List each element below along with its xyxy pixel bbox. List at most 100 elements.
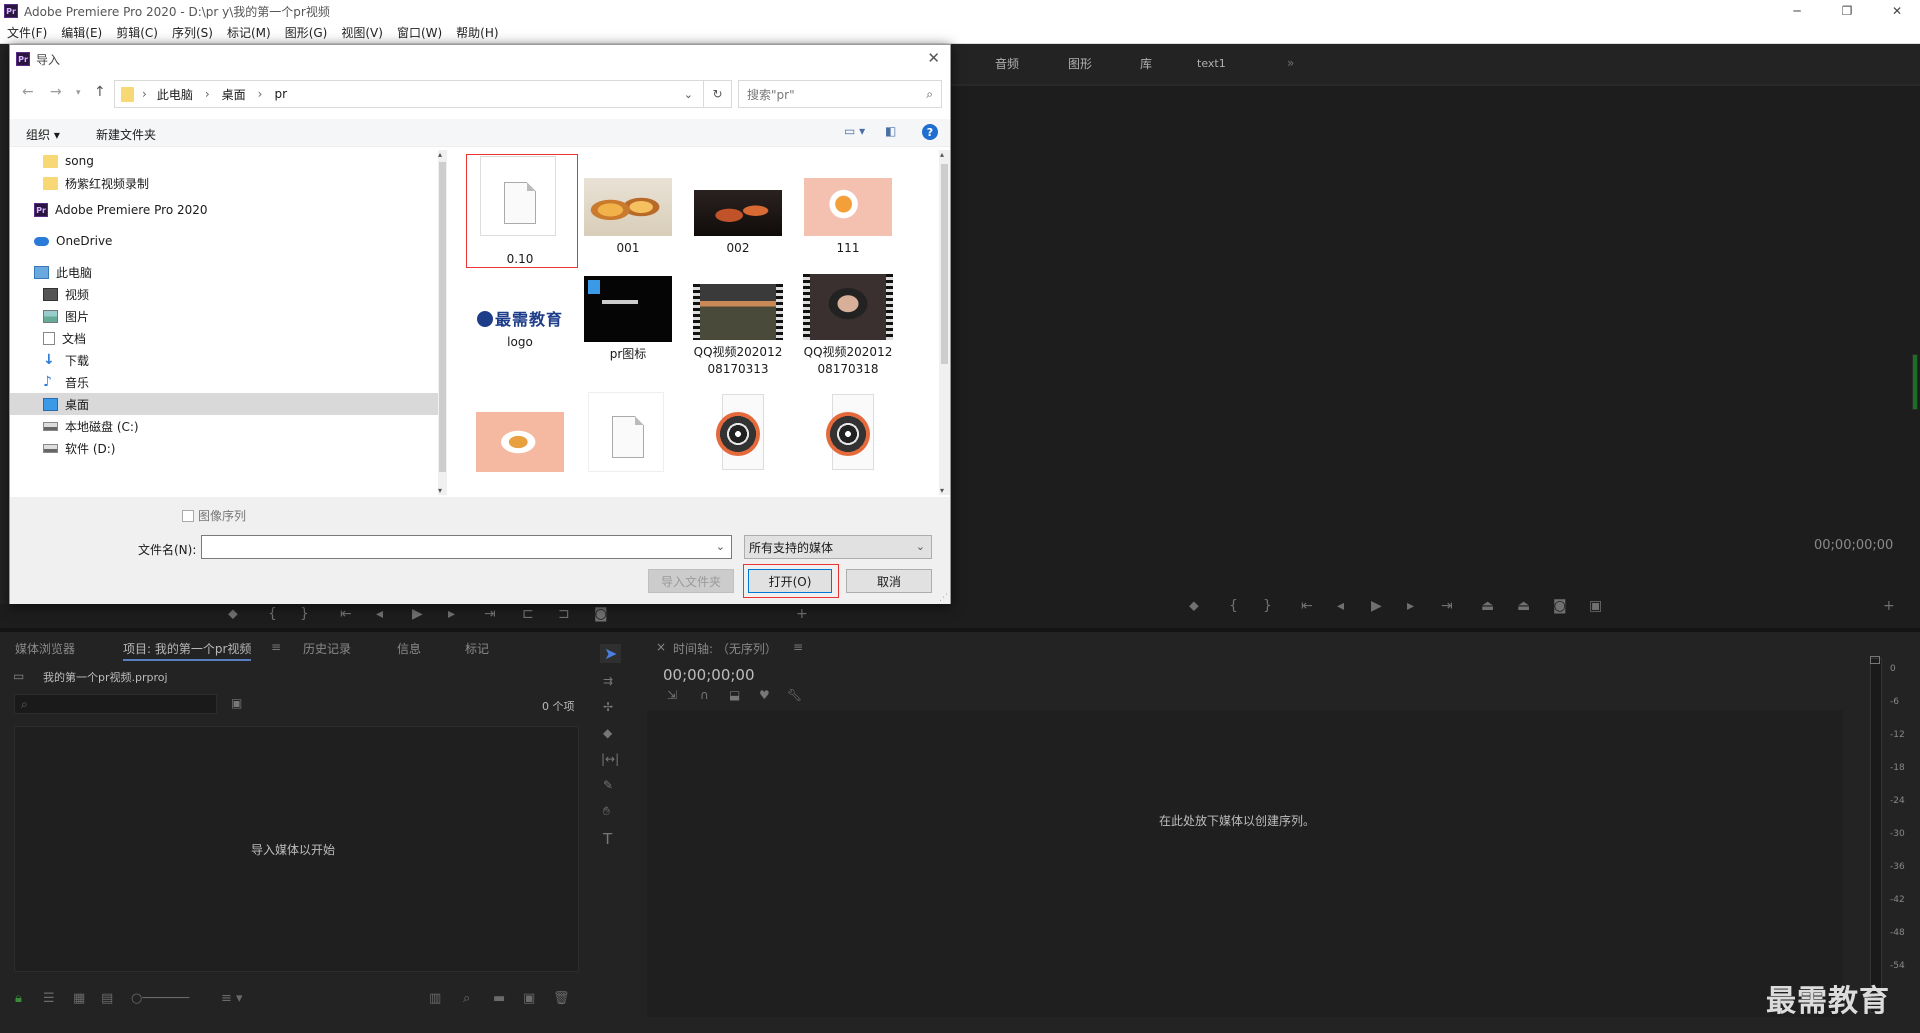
snap-icon[interactable]: ∩ [700,688,709,702]
file-scroll-thumb[interactable] [941,164,948,364]
insert-icon[interactable]: ⊏ [522,606,534,622]
lock-icon[interactable]: 🔒︎ [15,991,22,1006]
source-step-back-icon[interactable]: ◂ [376,606,383,622]
timeline-menu-icon[interactable]: ≡ [793,640,803,654]
timeline-close-icon[interactable]: × [656,640,666,654]
source-step-forward-icon[interactable]: ▸ [448,606,455,622]
list-view-icon[interactable]: ☰ [43,991,55,1006]
nav-item-song[interactable]: song [10,150,438,172]
nav-scroll-thumb[interactable] [439,162,446,472]
menu-file[interactable]: 文件(F) [0,24,54,41]
new-item-icon[interactable]: ▣ [523,991,535,1006]
project-tab-menu-icon[interactable]: ≡ [271,640,281,654]
file-type-select[interactable]: 所有支持的媒体 ⌄ [744,535,932,559]
lift-icon[interactable]: ⏏ [1481,598,1494,614]
nav-item-drive-c[interactable]: 本地磁盘 (C:) [10,415,438,437]
find-icon[interactable]: ⌕ [463,991,470,1006]
step-back-icon[interactable]: ◂ [1337,598,1344,614]
type-tool-icon[interactable]: T [603,830,612,848]
recent-locations-icon[interactable]: ▾ [76,88,81,98]
nav-item-music[interactable]: ♪ 音乐 [10,371,438,393]
mark-in-icon[interactable]: { [1229,598,1238,614]
zoom-slider[interactable]: ○────── [131,991,189,1006]
step-forward-icon[interactable]: ▸ [1407,598,1414,614]
menu-view[interactable]: 视图(V) [334,24,390,41]
hand-tool-icon[interactable]: ✋︎ [603,804,610,819]
forward-icon[interactable]: → [50,84,62,100]
breadcrumb-this-pc[interactable]: 此电脑 [157,86,193,103]
import-folder-button[interactable]: 导入文件夹 [648,569,734,593]
workspace-tab-libraries[interactable]: 库 [1140,55,1152,72]
menu-window[interactable]: 窗口(W) [390,24,449,41]
filename-dropdown-icon[interactable]: ⌄ [716,540,725,553]
monitor-scroll-handle[interactable] [1912,354,1918,410]
project-bin-area[interactable]: 导入媒体以开始 [14,726,579,972]
icon-view-icon[interactable]: ▦ [73,991,85,1006]
selection-tool-icon[interactable]: ➤ [600,644,622,663]
file-item-001[interactable]: 001 [576,150,680,266]
file-item-cake[interactable] [468,390,572,495]
file-item-audio-2[interactable] [796,390,900,495]
ripple-edit-tool-icon[interactable]: ✢ [603,700,613,714]
file-item-qq-video-18[interactable]: QQ视频20201208170318 [796,268,900,388]
new-bin-icon[interactable]: ▬ [493,991,505,1006]
up-icon[interactable]: ↑ [94,84,106,100]
help-icon[interactable]: ? [922,124,938,140]
meter-solo-icon[interactable] [1870,656,1880,664]
export-frame-icon[interactable]: ◙ [1553,598,1567,614]
nav-item-drive-d[interactable]: 软件 (D:) [10,437,438,459]
scroll-down-icon[interactable]: ▾ [940,486,944,495]
slip-tool-icon[interactable]: |↔| [601,752,619,766]
nav-item-premiere[interactable]: Pr Adobe Premiere Pro 2020 [10,199,438,221]
source-go-out-icon[interactable]: ⇥ [484,606,496,622]
search-input[interactable]: 搜索"pr" ⌕ [738,80,942,108]
preview-pane-icon[interactable]: ◧ [885,124,896,138]
file-item-audio-1[interactable] [686,390,790,495]
menu-graphics[interactable]: 图形(G) [278,24,335,41]
sort-icon[interactable]: ≡ ▾ [221,991,243,1006]
nav-item-onedrive[interactable]: OneDrive [10,230,438,252]
go-to-out-icon[interactable]: ⇥ [1441,598,1453,614]
button-editor-icon[interactable]: + [1883,598,1895,614]
scroll-up-icon[interactable]: ▴ [940,150,944,159]
more-workspaces-icon[interactable]: » [1287,56,1294,70]
clear-icon[interactable]: 🗑︎ [553,991,570,1006]
cancel-button[interactable]: 取消 [846,569,932,593]
file-item-111[interactable]: 111 [796,150,900,266]
close-window-icon[interactable]: ✕ [1874,0,1920,22]
resize-grip-icon[interactable]: ⋰ [939,593,948,603]
source-go-in-icon[interactable]: ⇤ [340,606,352,622]
menu-sequence[interactable]: 序列(S) [165,24,220,41]
new-folder-button[interactable]: 新建文件夹 [96,126,156,143]
tab-history[interactable]: 历史记录 [303,640,351,657]
overwrite-icon[interactable]: ⊐ [558,606,570,622]
pen-tool-icon[interactable]: ✎ [603,778,613,792]
extract-icon[interactable]: ⏏ [1517,598,1530,614]
workspace-tab-text1[interactable]: text1 [1197,57,1226,70]
breadcrumb-desktop[interactable]: 桌面 [222,86,246,103]
menu-edit[interactable]: 编辑(E) [54,24,109,41]
nest-icon[interactable]: ⇲ [667,688,677,702]
add-marker-icon[interactable]: ⬥ [1189,598,1199,614]
timeline-marker-icon[interactable]: ♥ [759,688,770,702]
nav-item-videos[interactable]: 视频 [10,283,438,305]
source-play-icon[interactable]: ▶ [412,606,423,622]
address-dropdown-icon[interactable]: ⌄ [684,88,693,101]
nav-item-pictures[interactable]: 图片 [10,305,438,327]
tab-project[interactable]: 项目: 我的第一个pr视频 [123,640,252,661]
nav-item-this-pc[interactable]: 此电脑 [10,261,438,283]
dialog-close-icon[interactable]: ✕ [927,49,940,67]
freeform-view-icon[interactable]: ▤ [101,991,113,1006]
workspace-tab-graphics[interactable]: 图形 [1068,55,1092,72]
nav-item-recording[interactable]: 杨紫红视频录制 [10,172,438,194]
file-item-002[interactable]: 002 [686,150,790,266]
comparison-view-icon[interactable]: ▣ [1589,598,1602,614]
refresh-icon[interactable]: ↻ [704,80,732,108]
project-search-input[interactable]: ⌕ [14,694,217,714]
file-item-blank[interactable] [576,390,680,495]
menu-markers[interactable]: 标记(M) [220,24,278,41]
file-item-logo[interactable]: 最需教育 logo [468,268,572,372]
nav-item-documents[interactable]: 文档 [10,327,438,349]
track-select-tool-icon[interactable]: ⇉ [603,674,613,688]
nav-scrollbar[interactable]: ▴ ▾ [438,150,447,495]
